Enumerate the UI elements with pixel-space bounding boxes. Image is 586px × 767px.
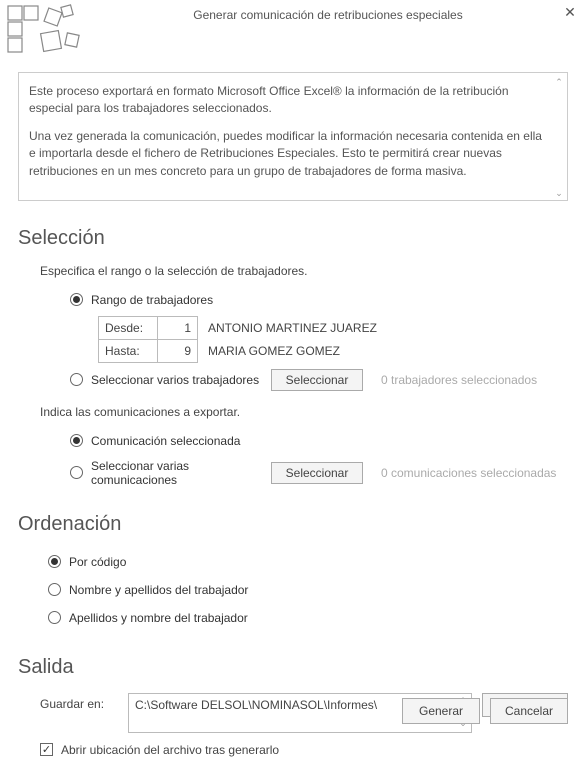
scroll-down-icon[interactable]: ⌄: [554, 187, 564, 197]
radio-range-workers[interactable]: [70, 293, 83, 306]
open-after-checkbox[interactable]: ✓: [40, 743, 53, 756]
radio-selected-communication[interactable]: [70, 434, 83, 447]
seleccion-range-hint: Especifica el rango o la selección de tr…: [40, 264, 568, 278]
section-seleccion-title: Selección: [18, 227, 568, 250]
worker-range-grid: Desde: 1 ANTONIO MARTINEZ JUAREZ Hasta: …: [98, 316, 568, 363]
seleccion-export-hint: Indica las comunicaciones a exportar.: [40, 405, 568, 419]
close-icon[interactable]: ✕: [560, 4, 580, 24]
cancel-button[interactable]: Cancelar: [490, 698, 568, 724]
hasta-label: Hasta:: [98, 339, 158, 363]
radio-sort-surname-name[interactable]: [48, 611, 61, 624]
app-logo-decoration: [6, 4, 96, 59]
radio-select-multiple-workers[interactable]: [70, 373, 83, 386]
window-title: Generar comunicación de retribuciones es…: [96, 4, 560, 22]
desde-number-input[interactable]: 1: [158, 316, 198, 340]
generate-button[interactable]: Generar: [402, 698, 480, 724]
section-salida-title: Salida: [18, 656, 568, 679]
info-panel: ⌃ Este proceso exportará en formato Micr…: [18, 72, 568, 201]
desde-label: Desde:: [98, 316, 158, 340]
hasta-worker-name: MARIA GOMEZ GOMEZ: [198, 339, 340, 363]
radio-select-multiple-communications-label: Seleccionar varias comunicaciones: [91, 459, 263, 487]
desde-worker-name: ANTONIO MARTINEZ JUAREZ: [198, 316, 377, 340]
section-ordenacion-title: Ordenación: [18, 513, 568, 536]
select-workers-button[interactable]: Seleccionar: [271, 369, 363, 391]
radio-sort-name-surname-label: Nombre y apellidos del trabajador: [69, 583, 248, 597]
radio-sort-code[interactable]: [48, 555, 61, 568]
radio-sort-code-label: Por código: [69, 555, 126, 569]
hasta-number-input[interactable]: 9: [158, 339, 198, 363]
guardar-en-label: Guardar en:: [40, 693, 118, 711]
radio-sort-name-surname[interactable]: [48, 583, 61, 596]
radio-select-multiple-communications[interactable]: [70, 466, 83, 479]
scroll-up-icon[interactable]: ⌃: [554, 76, 564, 86]
select-communications-button[interactable]: Seleccionar: [271, 462, 363, 484]
radio-sort-surname-name-label: Apellidos y nombre del trabajador: [69, 611, 248, 625]
open-after-label: Abrir ubicación del archivo tras generar…: [61, 743, 279, 757]
radio-select-multiple-workers-label: Seleccionar varios trabajadores: [91, 373, 263, 387]
radio-range-workers-label: Rango de trabajadores: [91, 293, 213, 307]
communications-selected-count: 0 comunicaciones seleccionadas: [381, 466, 556, 480]
info-paragraph-2: Una vez generada la comunicación, puedes…: [29, 128, 543, 180]
radio-selected-communication-label: Comunicación seleccionada: [91, 434, 240, 448]
info-paragraph-1: Este proceso exportará en formato Micros…: [29, 83, 543, 118]
workers-selected-count: 0 trabajadores seleccionados: [381, 373, 537, 387]
